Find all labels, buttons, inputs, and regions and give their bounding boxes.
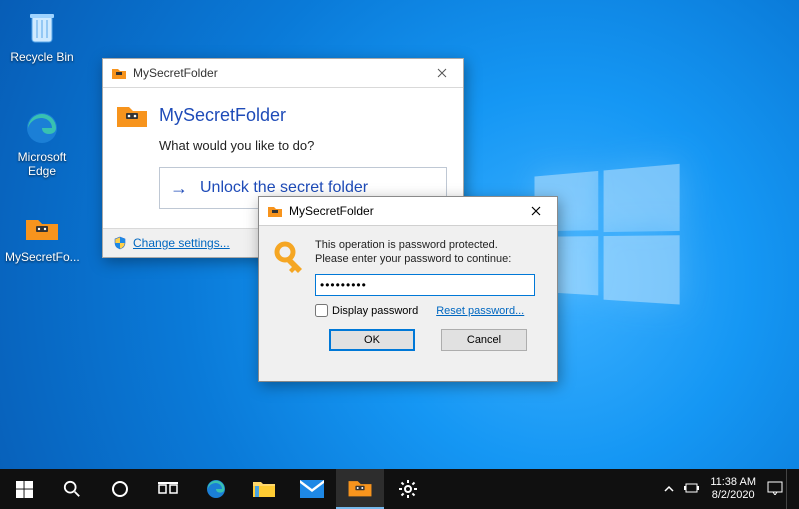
mail-icon	[300, 480, 324, 498]
clock-date: 8/2/2020	[710, 489, 756, 502]
task-view-button[interactable]	[144, 469, 192, 509]
desktop-icon-label: MySecretFo...	[5, 250, 79, 264]
desktop: Recycle Bin Microsoft Edge MySecretFo...…	[0, 0, 799, 509]
change-settings-link[interactable]: Change settings...	[113, 236, 230, 250]
desktop-icon-mysecretfolder[interactable]: MySecretFo...	[5, 208, 79, 264]
close-icon	[531, 206, 541, 216]
window-title: MySecretFolder	[289, 204, 515, 218]
mysecretfolder-icon	[347, 477, 373, 499]
desktop-icon-label: Microsoft Edge	[5, 150, 79, 178]
chevron-up-icon	[664, 485, 674, 493]
dialog-message: This operation is password protected. Pl…	[315, 238, 541, 266]
app-icon	[111, 65, 127, 81]
display-password-label: Display password	[332, 305, 418, 317]
close-button[interactable]	[515, 197, 557, 225]
password-input[interactable]	[315, 274, 535, 296]
ok-button[interactable]: OK	[329, 329, 415, 351]
prompt-text: What would you like to do?	[159, 138, 447, 153]
reset-password-link[interactable]: Reset password...	[436, 305, 524, 317]
clock-time: 11:38 AM	[710, 476, 756, 489]
recycle-bin-icon	[22, 8, 62, 48]
desktop-icon-label: Recycle Bin	[5, 50, 79, 64]
windows-logo-icon	[16, 481, 33, 498]
search-icon	[63, 480, 81, 498]
taskbar-app-explorer[interactable]	[240, 469, 288, 509]
notification-icon	[767, 481, 783, 495]
edge-icon	[22, 108, 62, 148]
taskbar: 11:38 AM 8/2/2020	[0, 469, 799, 509]
display-password-box[interactable]	[315, 304, 328, 317]
cortana-button[interactable]	[96, 469, 144, 509]
password-dialog: MySecretFolder This operation is passwor…	[258, 196, 558, 382]
key-icon	[273, 238, 307, 282]
app-icon	[267, 203, 283, 219]
gear-icon	[398, 479, 418, 499]
start-button[interactable]	[0, 469, 48, 509]
close-button[interactable]	[421, 59, 463, 87]
uac-shield-icon	[113, 236, 127, 250]
taskbar-app-edge[interactable]	[192, 469, 240, 509]
taskbar-app-mysecretfolder[interactable]	[336, 469, 384, 509]
wallpaper-logo	[535, 162, 700, 328]
action-center-button[interactable]	[764, 481, 786, 498]
edge-icon	[204, 477, 228, 501]
desktop-icon-edge[interactable]: Microsoft Edge	[5, 108, 79, 178]
cancel-button[interactable]: Cancel	[441, 329, 527, 351]
file-explorer-icon	[252, 479, 276, 499]
tray-overflow-button[interactable]	[658, 482, 680, 496]
unlock-label: Unlock the secret folder	[200, 179, 368, 197]
titlebar[interactable]: MySecretFolder	[259, 197, 557, 226]
desktop-icon-recycle-bin[interactable]: Recycle Bin	[5, 8, 79, 64]
taskbar-clock[interactable]: 11:38 AM 8/2/2020	[710, 476, 756, 502]
close-icon	[437, 68, 447, 78]
titlebar[interactable]: MySecretFolder	[103, 59, 463, 88]
system-tray: 11:38 AM 8/2/2020	[658, 469, 799, 509]
change-settings-label: Change settings...	[133, 236, 230, 250]
arrow-right-icon: →	[170, 178, 188, 199]
search-button[interactable]	[48, 469, 96, 509]
taskbar-app-settings[interactable]	[384, 469, 432, 509]
battery-icon	[683, 482, 699, 494]
show-desktop-button[interactable]	[786, 469, 793, 509]
window-title: MySecretFolder	[133, 66, 421, 80]
task-view-icon	[158, 482, 178, 496]
mysecretfolder-icon	[22, 208, 62, 248]
tray-battery-icon[interactable]	[680, 482, 702, 497]
app-heading: MySecretFolder	[159, 105, 286, 126]
cortana-icon	[111, 480, 129, 498]
taskbar-app-mail[interactable]	[288, 469, 336, 509]
display-password-checkbox[interactable]: Display password	[315, 304, 418, 317]
mysecretfolder-icon	[115, 98, 149, 132]
